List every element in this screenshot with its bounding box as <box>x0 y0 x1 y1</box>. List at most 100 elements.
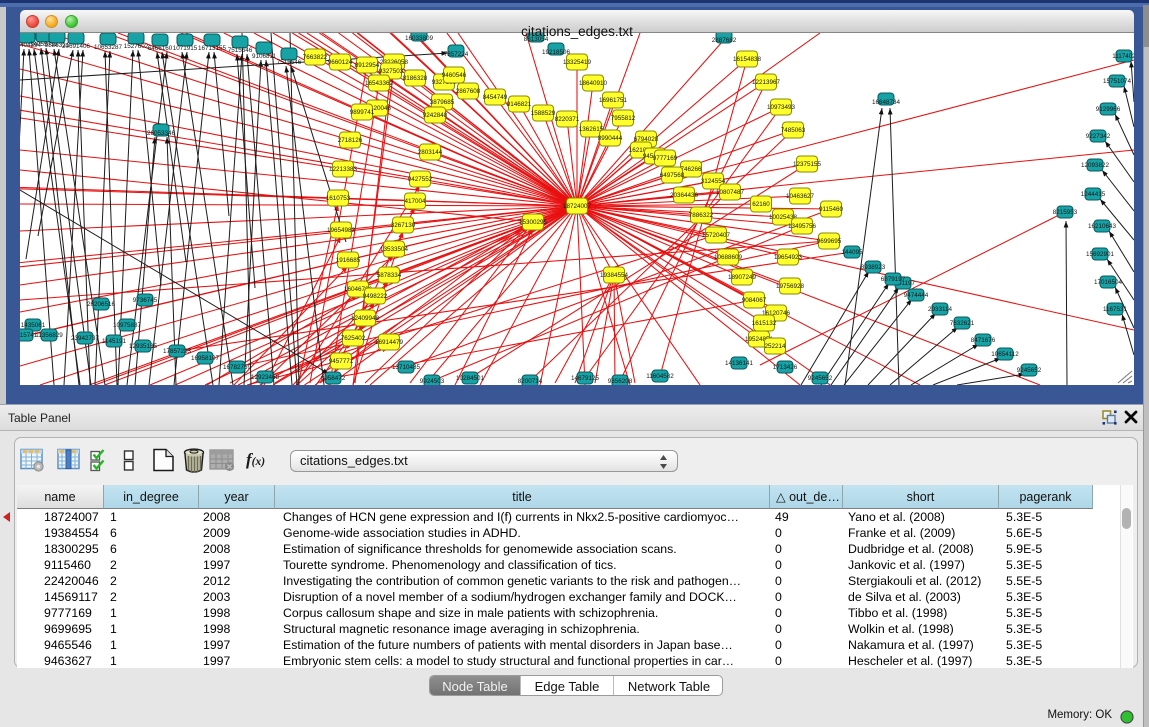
svg-text:9356208: 9356208 <box>608 378 633 385</box>
svg-text:23942737: 23942737 <box>71 335 100 342</box>
svg-text:8220371: 8220371 <box>555 116 580 123</box>
svg-text:16958107: 16958107 <box>191 355 220 362</box>
svg-text:1145191: 1145191 <box>102 338 127 345</box>
svg-text:9084067: 9084067 <box>742 297 767 304</box>
svg-text:8215953: 8215953 <box>1053 209 1078 216</box>
svg-text:144095: 144095 <box>841 249 863 256</box>
svg-text:18907249: 18907249 <box>728 274 757 281</box>
svg-text:15751074: 15751074 <box>1103 78 1132 85</box>
svg-text:9327503: 9327503 <box>379 68 404 75</box>
svg-text:16914479: 16914479 <box>375 339 404 346</box>
svg-text:62160: 62160 <box>752 201 770 208</box>
svg-text:5878334: 5878334 <box>377 272 402 279</box>
svg-text:13710485: 13710485 <box>392 364 421 371</box>
svg-text:13325419: 13325419 <box>563 59 592 66</box>
svg-text:13495756: 13495756 <box>788 223 817 230</box>
svg-text:17016504: 17016504 <box>1094 279 1123 286</box>
svg-text:20364436: 20364436 <box>670 192 699 199</box>
svg-text:20691406: 20691406 <box>62 43 91 50</box>
svg-text:10973493: 10973493 <box>767 104 796 111</box>
svg-text:17857223: 17857223 <box>163 348 192 355</box>
svg-text:2933114: 2933114 <box>928 306 953 313</box>
svg-text:8958472: 8958472 <box>321 375 346 382</box>
svg-text:11604582: 11604582 <box>646 373 674 380</box>
svg-text:16210643: 16210643 <box>1088 223 1117 230</box>
svg-text:8938923: 8938923 <box>861 264 886 271</box>
svg-text:26206516: 26206516 <box>87 301 116 308</box>
svg-text:16782759: 16782759 <box>223 364 252 371</box>
svg-text:8912954: 8912954 <box>355 62 380 69</box>
svg-text:1610753: 1610753 <box>326 195 351 202</box>
svg-text:13533504: 13533504 <box>380 246 409 253</box>
svg-text:8990444: 8990444 <box>598 135 623 142</box>
svg-text:10463627: 10463627 <box>786 193 815 200</box>
svg-text:26053346: 26053346 <box>147 130 176 137</box>
svg-text:12375155: 12375155 <box>793 161 822 168</box>
svg-text:10688609: 10688609 <box>714 254 743 261</box>
svg-text:10653287: 10653287 <box>94 44 123 51</box>
svg-text:9146821: 9146821 <box>507 101 532 108</box>
svg-text:7515546: 7515546 <box>277 59 302 66</box>
svg-text:9457771: 9457771 <box>329 358 354 365</box>
svg-text:1588529: 1588529 <box>531 110 556 117</box>
svg-text:14679125: 14679125 <box>571 375 600 382</box>
svg-text:9660124: 9660124 <box>328 59 353 66</box>
svg-text:1527602: 1527602 <box>124 43 149 50</box>
svg-text:7625402: 7625402 <box>341 335 366 342</box>
svg-text:16648784: 16648784 <box>872 99 901 106</box>
svg-text:1117402: 1117402 <box>1112 53 1134 60</box>
svg-text:252214: 252214 <box>764 343 786 350</box>
svg-text:9474444: 9474444 <box>904 292 929 299</box>
svg-text:9460546: 9460546 <box>442 72 467 79</box>
svg-text:19756928: 19756928 <box>776 283 805 290</box>
svg-text:1713426: 1713426 <box>773 364 798 371</box>
svg-text:9245652: 9245652 <box>808 375 833 382</box>
svg-text:10654112: 10654112 <box>991 351 1019 358</box>
svg-text:15300295: 15300295 <box>519 219 548 226</box>
svg-text:6497568: 6497568 <box>660 172 685 179</box>
svg-text:7663822: 7663822 <box>303 54 328 61</box>
svg-text:11356829: 11356829 <box>35 332 63 339</box>
svg-text:9899741: 9899741 <box>350 109 375 116</box>
svg-text:12213383: 12213383 <box>329 166 358 173</box>
svg-text:9699695: 9699695 <box>817 238 842 245</box>
svg-text:6879197: 6879197 <box>881 276 906 283</box>
svg-text:2867608: 2867608 <box>456 88 481 95</box>
svg-text:3267130: 3267130 <box>391 222 416 229</box>
svg-text:9227342: 9227342 <box>1086 133 1111 140</box>
svg-text:19384554: 19384554 <box>600 272 629 279</box>
svg-text:2803144: 2803144 <box>418 149 443 156</box>
svg-text:9427552: 9427552 <box>408 176 433 183</box>
svg-text:8471676: 8471676 <box>971 337 996 344</box>
svg-text:417004: 417004 <box>404 198 426 205</box>
svg-text:1244415: 1244415 <box>1081 191 1106 198</box>
svg-text:9245652: 9245652 <box>1017 367 1042 374</box>
svg-text:16961751: 16961751 <box>599 97 628 104</box>
svg-text:10284501: 10284501 <box>456 375 485 382</box>
svg-text:7632621: 7632621 <box>950 320 975 327</box>
svg-text:18724007: 18724007 <box>563 203 592 210</box>
svg-text:9106811: 9106811 <box>252 53 277 60</box>
svg-text:9736745: 9736745 <box>133 297 158 304</box>
svg-text:19654983: 19654983 <box>327 227 356 234</box>
svg-text:8186328: 8186328 <box>403 75 428 82</box>
svg-text:8200714: 8200714 <box>518 378 543 385</box>
svg-text:12213967: 12213967 <box>752 79 781 86</box>
svg-text:7485063: 7485063 <box>781 127 806 134</box>
svg-text:12409948: 12409948 <box>351 315 380 322</box>
svg-text:7515546: 7515546 <box>228 47 253 54</box>
svg-text:10807487: 10807487 <box>716 189 745 196</box>
svg-text:9498222: 9498222 <box>363 293 388 300</box>
svg-text:7857224: 7857224 <box>444 51 469 58</box>
svg-text:1615132: 1615132 <box>752 320 777 327</box>
svg-text:16543362: 16543362 <box>365 80 394 87</box>
svg-text:1435061: 1435061 <box>21 322 46 329</box>
svg-text:9242848: 9242848 <box>423 112 448 119</box>
svg-text:9777169: 9777169 <box>653 155 678 162</box>
svg-text:9924503: 9924503 <box>420 378 445 385</box>
svg-text:12093822: 12093822 <box>1081 162 1110 169</box>
svg-text:9129966: 9129966 <box>1096 106 1121 113</box>
svg-text:15720407: 15720407 <box>702 232 731 239</box>
svg-text:2718126: 2718126 <box>338 137 363 144</box>
svg-text:18640910: 18640910 <box>579 80 608 87</box>
